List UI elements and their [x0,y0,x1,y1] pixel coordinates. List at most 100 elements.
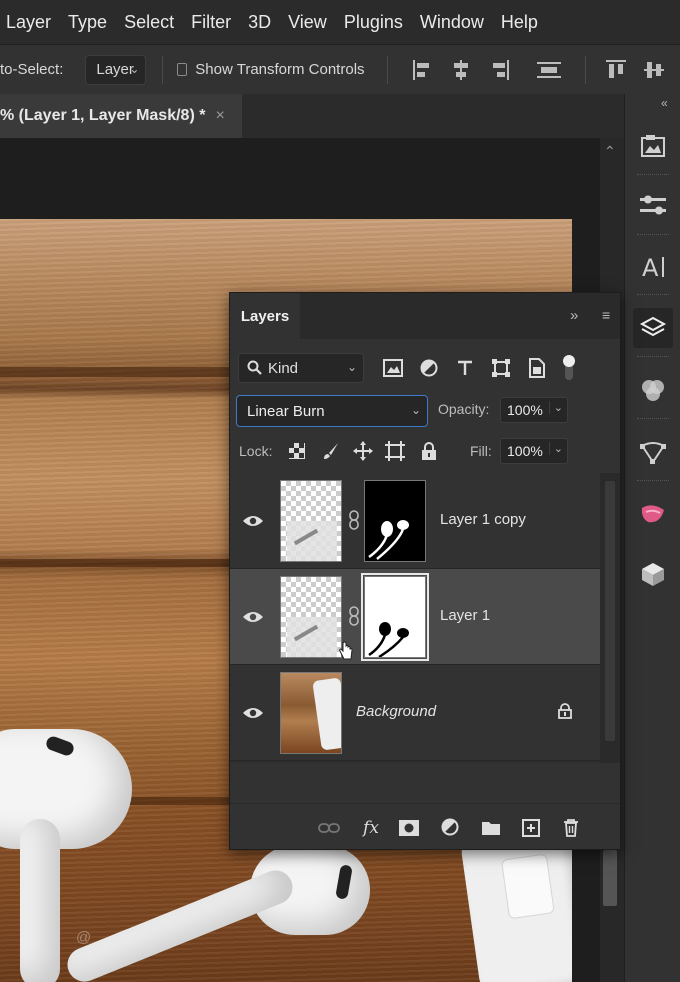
chevron-down-icon: ⌄ [410,403,421,417]
menu-help[interactable]: Help [501,12,538,33]
3d-cube-icon[interactable] [633,554,673,594]
opacity-value: 100% [507,402,543,418]
layer-mask-thumbnail[interactable] [364,480,426,562]
menu-view[interactable]: View [288,12,327,33]
layer-row-background[interactable]: Background [230,665,600,761]
menu-type[interactable]: Type [68,12,107,33]
scroll-up-icon[interactable]: ⌃ [604,143,616,160]
align-left-icon[interactable] [411,58,435,82]
layer-name[interactable]: Layer 1 [440,607,490,624]
filter-toggle-icon[interactable] [558,355,580,380]
svg-text:A: A [642,254,659,280]
eye-icon[interactable] [242,706,264,720]
show-transform-checkbox[interactable] [177,63,188,76]
eye-icon[interactable] [242,514,264,528]
fx-icon[interactable]: fx [360,818,382,838]
blend-mode-dropdown[interactable]: Linear Burn ⌄ [236,395,428,427]
filter-type-icon[interactable] [454,357,476,379]
chevron-down-icon[interactable]: ⌄ [548,442,563,455]
auto-select-dropdown[interactable]: Layer ⌄ [85,54,147,85]
layers-scrollbar[interactable] [600,473,620,763]
scrollbar-thumb[interactable] [605,481,615,741]
panel-menu-icon[interactable]: ≡ [602,307,610,323]
filter-smart-object-icon[interactable] [526,357,548,379]
menu-window[interactable]: Window [420,12,484,33]
paths-icon[interactable] [633,432,673,472]
earbud-mask-shape [368,622,409,657]
divider [162,55,164,84]
layer-thumbnail[interactable] [280,672,342,754]
filter-pixel-icon[interactable] [382,357,404,379]
lock-position-icon[interactable] [352,440,374,462]
adjustments-icon[interactable] [633,186,673,226]
layers-icon[interactable] [633,308,673,348]
scrollbar-thumb[interactable] [603,850,617,906]
fill-label: Fill: [470,443,492,459]
layers-tab-label: Layers [240,307,290,325]
chevron-down-icon[interactable]: ⌄ [548,401,563,414]
layers-panel-header: Layers » ≡ [230,293,620,339]
add-mask-icon[interactable] [398,818,420,838]
earbud-mask-shape [368,520,409,560]
lock-all-icon[interactable] [418,440,440,462]
layers-footer: fx [230,803,620,849]
menu-plugins[interactable]: Plugins [344,12,403,33]
expand-icon[interactable]: » [570,307,578,324]
layer-mask-thumbnail[interactable] [361,573,429,661]
keyboard-key [500,853,555,920]
eye-icon[interactable] [242,610,264,624]
divider [637,480,669,483]
search-icon [247,360,262,375]
document-tab[interactable]: % (Layer 1, Layer Mask/8) * × [0,94,242,138]
filter-kind-label: Kind [268,359,299,377]
lock-image-icon[interactable] [320,440,342,462]
link-layers-icon[interactable] [318,818,340,838]
channels-icon[interactable] [633,370,673,410]
lock-transparent-icon[interactable] [286,440,308,462]
chevron-down-icon: ⌄ [129,61,140,76]
divider [637,294,669,297]
layer-name[interactable]: Background [356,703,436,720]
menu-layer[interactable]: Layer [6,12,51,33]
close-icon[interactable]: × [215,107,224,125]
filter-shape-icon[interactable] [490,357,512,379]
collapse-icon[interactable]: « [661,96,668,110]
align-right-icon[interactable] [487,58,511,82]
fill-field[interactable]: 100% ⌄ [500,438,568,464]
filter-adjustment-icon[interactable] [418,357,440,379]
document-tab-bar: % (Layer 1, Layer Mask/8) * × [0,94,626,138]
opacity-label: Opacity: [438,401,490,417]
menu-3d[interactable]: 3D [248,12,271,33]
link-icon[interactable] [348,510,360,530]
align-vertical-buttons [604,58,680,82]
hand-cursor-icon [339,641,353,660]
align-top-icon[interactable] [604,58,628,82]
link-icon[interactable] [348,606,360,626]
new-group-icon[interactable] [480,818,502,838]
align-buttons [411,58,575,82]
watermark: @ [76,929,92,946]
layer-row-layer-1-copy[interactable]: Layer 1 copy [230,473,600,569]
lock-artboard-icon[interactable] [384,440,406,462]
opacity-field[interactable]: 100% ⌄ [500,397,568,423]
layers-panel: Layers » ≡ Kind ⌄ Linear Burn ⌄ Opacity:… [229,292,621,850]
distribute-icon[interactable] [537,58,562,82]
align-center-icon[interactable] [449,58,473,82]
auto-select-label: to-Select: [0,61,64,78]
libraries-icon[interactable] [633,126,673,166]
brush-settings-icon[interactable] [633,494,673,534]
new-layer-icon[interactable] [520,818,542,838]
layers-tab[interactable]: Layers [230,293,300,339]
align-middle-icon[interactable] [642,58,666,82]
filter-kind-dropdown[interactable]: Kind ⌄ [238,353,364,383]
blend-mode-value: Linear Burn [247,402,325,420]
layer-thumbnail[interactable] [280,480,342,562]
delete-layer-icon[interactable] [560,818,582,838]
new-adjustment-icon[interactable] [440,818,462,838]
menu-select[interactable]: Select [124,12,174,33]
layer-name[interactable]: Layer 1 copy [440,511,526,528]
layer-thumbnail[interactable] [280,576,342,658]
menu-filter[interactable]: Filter [191,12,231,33]
character-icon[interactable]: A [633,246,673,286]
layer-row-layer-1[interactable]: Layer 1 [230,569,600,665]
